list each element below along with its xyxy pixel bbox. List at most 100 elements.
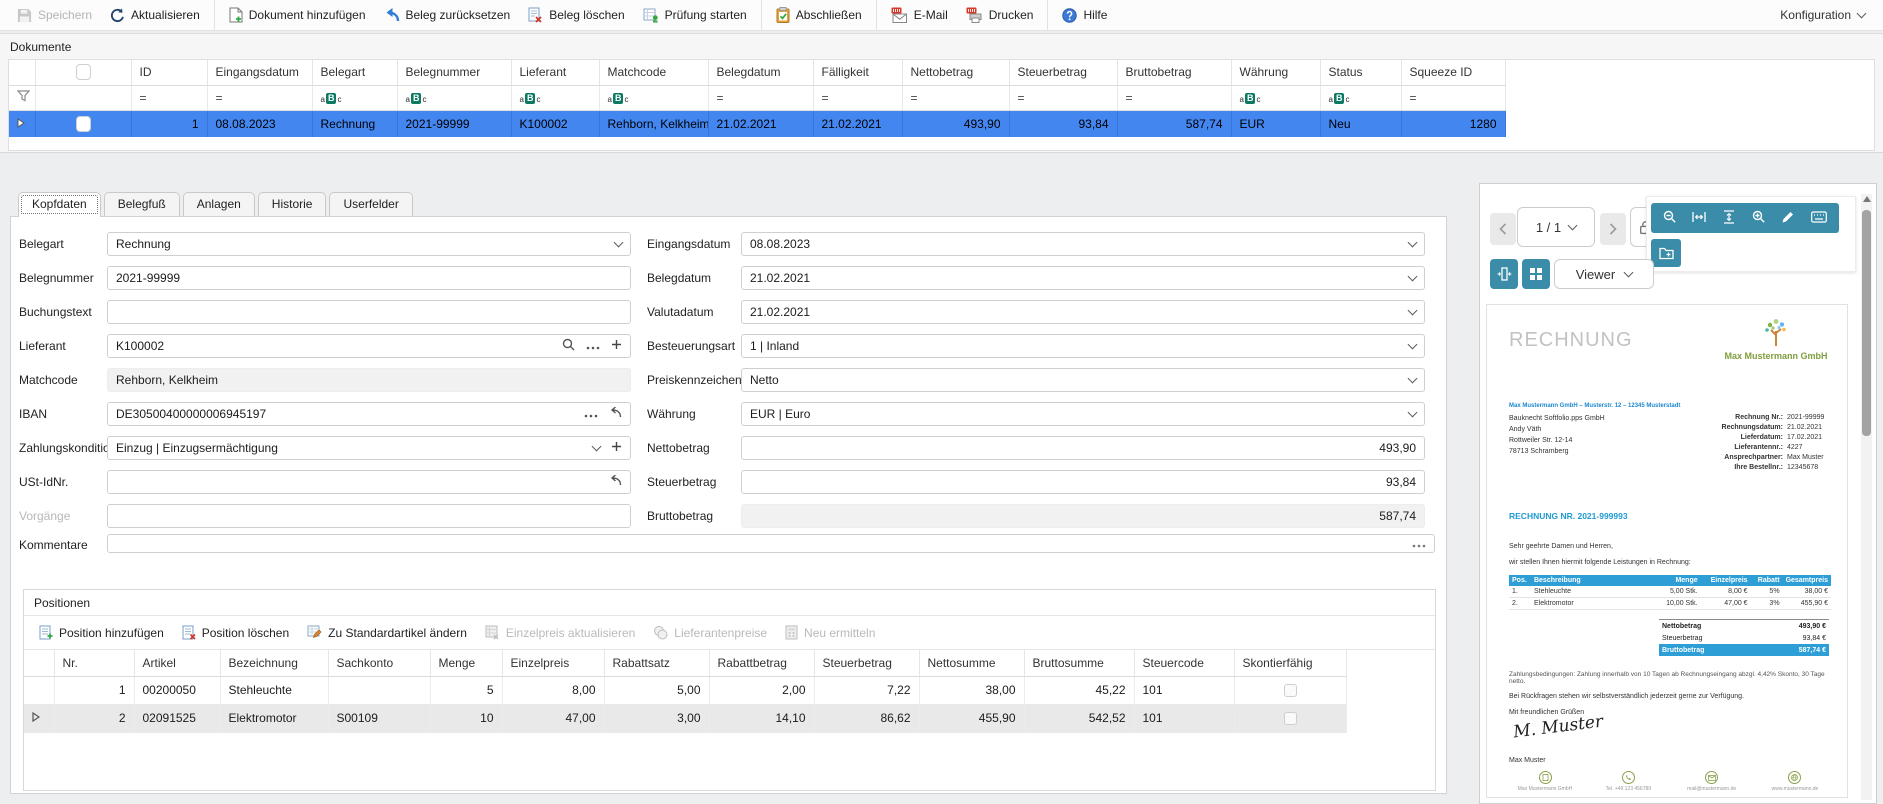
belegdatum-select[interactable]: 21.02.2021 (741, 266, 1425, 290)
ellipsis-icon[interactable] (586, 339, 600, 353)
help-button[interactable]: Hilfe (1053, 4, 1116, 27)
reset-document-button[interactable]: Beleg zurücksetzen (375, 4, 520, 27)
tab-belegfuss[interactable]: Belegfuß (104, 192, 180, 216)
filter-cell-equals[interactable]: = (902, 85, 1009, 110)
filter-cell-abc[interactable]: aBc (1320, 85, 1401, 110)
filter-cell-abc[interactable]: aBc (511, 85, 599, 110)
tab-userfelder[interactable]: Userfelder (329, 192, 412, 216)
scroll-up-icon[interactable] (1863, 196, 1871, 202)
col-header-nr[interactable]: Nr. (54, 650, 134, 676)
col-header-status[interactable]: Status (1320, 60, 1401, 85)
eingangsdatum-select[interactable]: 08.08.2023 (741, 232, 1425, 256)
filter-cell-abc[interactable]: aBc (397, 85, 511, 110)
plus-icon[interactable] (611, 441, 622, 455)
delete-document-button[interactable]: Beleg löschen (519, 3, 633, 27)
iban-input[interactable]: DE30500400000006945197 (107, 402, 631, 426)
col-header-eingangsdatum[interactable]: Eingangsdatum (207, 60, 312, 85)
recalculate-button[interactable]: Neu ermitteln (776, 621, 884, 644)
undo-icon[interactable] (609, 475, 622, 489)
refresh-button[interactable]: Aktualisieren (101, 4, 209, 27)
filter-cell-equals[interactable]: = (1009, 85, 1117, 110)
col-header-waehrung[interactable]: Währung (1231, 60, 1320, 85)
plus-icon[interactable] (611, 339, 622, 353)
col-header-nettobetrag[interactable]: Nettobetrag (902, 60, 1009, 85)
col-header-menge[interactable]: Menge (430, 650, 502, 676)
select-all-checkbox[interactable] (76, 64, 91, 80)
ustidnr-input[interactable] (107, 470, 631, 494)
col-header-lieferant[interactable]: Lieferant (511, 60, 599, 85)
document-row[interactable]: 1 08.08.2023 Rechnung 2021-99999 K100002… (9, 110, 1505, 137)
preiskennzeichen-select[interactable]: Netto (741, 368, 1425, 392)
viewer-mode-dropdown[interactable]: Viewer (1554, 259, 1654, 289)
col-header-matchcode[interactable]: Matchcode (599, 60, 708, 85)
filter-cell-equals[interactable]: = (1117, 85, 1231, 110)
fit-height-icon[interactable] (1722, 210, 1736, 227)
filter-cell-abc[interactable]: aBc (1231, 85, 1320, 110)
waehrung-select[interactable]: EUR | Euro (741, 402, 1425, 426)
zoom-out-icon[interactable] (1663, 210, 1677, 227)
search-icon[interactable] (562, 338, 575, 354)
update-unit-price-button[interactable]: Einzelpreis aktualisieren (476, 621, 644, 644)
col-header-squeeze-id[interactable]: Squeeze ID (1401, 60, 1505, 85)
col-header-rabattbetrag[interactable]: Rabattbetrag (709, 650, 814, 676)
nettobetrag-input[interactable]: 493,90 (741, 436, 1425, 460)
col-header-bruttobetrag[interactable]: Bruttobetrag (1117, 60, 1231, 85)
belegart-select[interactable]: Rechnung (107, 232, 631, 256)
valutadatum-select[interactable]: 21.02.2021 (741, 300, 1425, 324)
col-header-nettosumme[interactable]: Nettosumme (919, 650, 1024, 676)
skontierfaehig-checkbox[interactable] (1284, 712, 1297, 725)
add-position-button[interactable]: Position hinzufügen (30, 621, 173, 644)
supplier-prices-button[interactable]: Lieferantenpreise (644, 621, 776, 644)
tab-historie[interactable]: Historie (258, 192, 327, 216)
row-checkbox[interactable] (76, 116, 91, 132)
belegnummer-input[interactable]: 2021-99999 (107, 266, 631, 290)
row-expander-cell[interactable] (24, 676, 54, 704)
ellipsis-icon[interactable] (584, 407, 598, 421)
buchungstext-input[interactable] (107, 300, 631, 324)
col-header-belegnummer[interactable]: Belegnummer (397, 60, 511, 85)
col-header-sachkonto[interactable]: Sachkonto (328, 650, 430, 676)
kommentare-input[interactable] (107, 534, 1435, 553)
email-button[interactable]: E-Mail (882, 3, 957, 27)
configuration-menu[interactable]: Konfiguration (1780, 8, 1875, 22)
filter-cell[interactable] (35, 85, 131, 110)
change-standard-article-button[interactable]: Zu Standardartikel ändern (298, 621, 476, 644)
cell-skontierfaehig[interactable] (1234, 676, 1346, 704)
ellipsis-icon[interactable] (1412, 537, 1426, 551)
filter-cell-abc[interactable]: aBc (599, 85, 708, 110)
tab-kopfdaten[interactable]: Kopfdaten (18, 192, 101, 217)
col-header-steuerbetrag[interactable]: Steuerbetrag (1009, 60, 1117, 85)
filter-cell-equals[interactable]: = (131, 85, 207, 110)
col-header-skontierfaehig[interactable]: Skontierfähig (1234, 650, 1346, 676)
skontierfaehig-checkbox[interactable] (1284, 684, 1297, 697)
col-header-belegdatum[interactable]: Belegdatum (708, 60, 813, 85)
lieferant-input[interactable]: K100002 (107, 334, 631, 358)
previous-page-button[interactable] (1490, 213, 1516, 245)
vorgaenge-input[interactable] (107, 504, 631, 528)
undo-icon[interactable] (609, 407, 622, 421)
finish-button[interactable]: Abschließen (767, 3, 871, 27)
add-document-button[interactable]: Dokument hinzufügen (220, 3, 375, 27)
col-header-bruttosumme[interactable]: Bruttosumme (1024, 650, 1134, 676)
filter-cell-equals[interactable]: = (1401, 85, 1505, 110)
page-selector[interactable]: 1 / 1 (1517, 207, 1595, 247)
besteuerungsart-select[interactable]: 1 | Inland (741, 334, 1425, 358)
save-button[interactable]: Speichern (8, 4, 101, 27)
cell-skontierfaehig[interactable] (1234, 704, 1346, 732)
fit-width-icon[interactable] (1692, 210, 1706, 227)
scrollbar-thumb[interactable] (1862, 210, 1871, 436)
row-select-cell[interactable] (35, 110, 131, 137)
fit-page-button[interactable] (1490, 259, 1518, 289)
col-header-steuercode[interactable]: Steuercode (1134, 650, 1234, 676)
col-header-steuerbetrag[interactable]: Steuerbetrag (814, 650, 919, 676)
next-page-button[interactable] (1600, 213, 1626, 245)
filter-cell-equals[interactable]: = (813, 85, 902, 110)
steuerbetrag-input[interactable]: 93,84 (741, 470, 1425, 494)
position-row-selected[interactable]: 2 02091525 Elektromotor S00109 10 47,00 … (24, 704, 1346, 732)
keyboard-icon[interactable] (1811, 211, 1827, 226)
col-header-einzelpreis[interactable]: Einzelpreis (502, 650, 604, 676)
zahlungskondition-select[interactable]: Einzug | Einzugsermächtigung (107, 436, 631, 460)
row-expander-cell[interactable] (9, 110, 35, 137)
position-row[interactable]: 1 00200050 Stehleuchte 5 8,00 5,00 2,00 … (24, 676, 1346, 704)
print-button[interactable]: Drucken (957, 3, 1043, 27)
